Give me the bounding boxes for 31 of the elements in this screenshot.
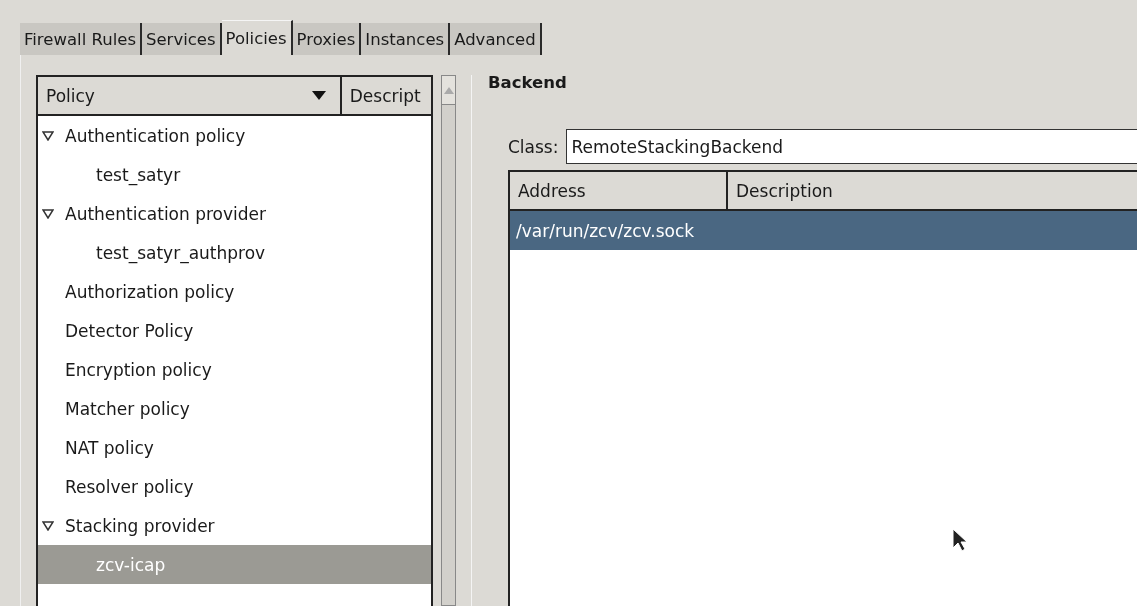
tree-item[interactable]: Stacking provider: [38, 506, 431, 545]
tree-item[interactable]: Detector Policy: [38, 311, 431, 350]
column-header[interactable]: Policy: [38, 77, 342, 114]
column-header[interactable]: Descript: [341, 77, 431, 114]
expander-down-icon[interactable]: [42, 520, 54, 531]
tree-item[interactable]: NAT policy: [38, 428, 431, 467]
tab[interactable]: Firewall Rules: [20, 23, 142, 55]
scrollbar[interactable]: [441, 75, 456, 606]
tree-item[interactable]: Resolver policy: [38, 467, 431, 506]
class-label: Class:: [508, 136, 559, 157]
column-header[interactable]: Address: [510, 172, 728, 209]
mouse-pointer-icon: [952, 528, 968, 552]
section-title: Backend: [488, 73, 568, 92]
tree-item[interactable]: Encryption policy: [38, 350, 431, 389]
table-row[interactable]: /var/run/zcv/zcv.sock: [510, 211, 1137, 250]
tree-item[interactable]: Matcher policy: [38, 389, 431, 428]
expander-down-icon[interactable]: [42, 130, 54, 141]
tree-item[interactable]: test_satyr: [38, 155, 431, 194]
tree-item[interactable]: test_satyr_authprov: [38, 233, 431, 272]
tab[interactable]: Policies: [221, 20, 293, 55]
tab[interactable]: Services: [142, 23, 222, 55]
expander-down-icon[interactable]: [42, 208, 54, 219]
tab[interactable]: Advanced: [450, 23, 542, 55]
tab[interactable]: Instances: [361, 23, 451, 55]
tab[interactable]: Proxies: [292, 23, 362, 55]
column-header[interactable]: Description: [728, 172, 1137, 209]
tree-item[interactable]: Authentication provider: [38, 194, 431, 233]
tree-item[interactable]: Authorization policy: [38, 272, 431, 311]
tree-item[interactable]: Authentication policy: [38, 116, 431, 155]
sort-arrow-icon: [311, 91, 326, 100]
class-field[interactable]: RemoteStackingBackend: [566, 129, 1137, 164]
